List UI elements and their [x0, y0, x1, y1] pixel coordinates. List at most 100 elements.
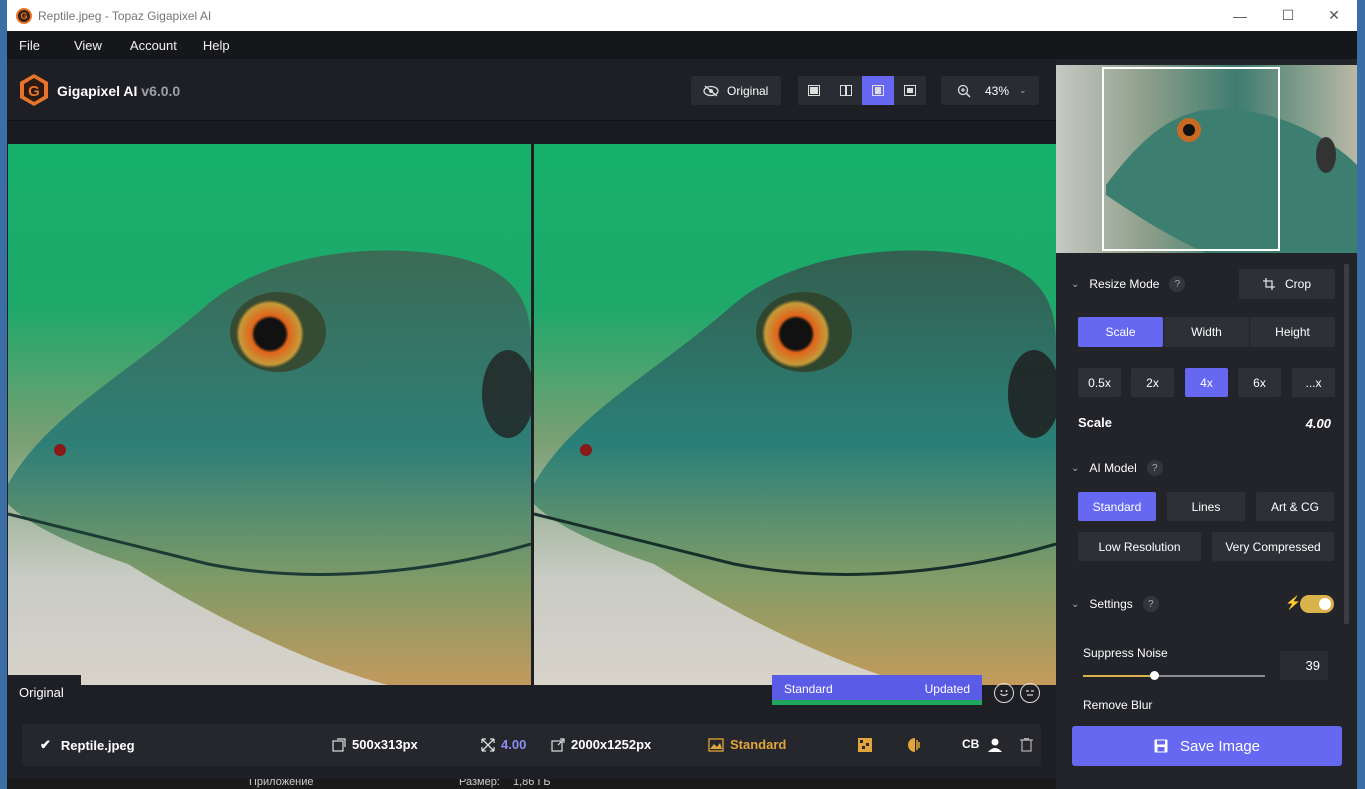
suppress-noise-knob[interactable]	[1149, 671, 1159, 680]
ai-model-label: AI Model	[1089, 461, 1137, 475]
crop-button[interactable]: Crop	[1239, 269, 1335, 299]
model-low-resolution-button[interactable]: Low Resolution	[1078, 532, 1201, 561]
mode-width-button[interactable]: Width	[1164, 317, 1249, 347]
view-split-button[interactable]	[862, 76, 894, 105]
enhanced-image[interactable]	[534, 144, 1056, 685]
blur-settings-icon[interactable]	[907, 737, 923, 753]
lizard-enhanced-illustration	[534, 250, 1056, 685]
expand-arrows-icon	[481, 737, 495, 752]
ai-model-header[interactable]: ⌄ AI Model ?	[1071, 460, 1163, 476]
suppress-noise-label: Suppress Noise	[1083, 646, 1168, 660]
help-icon[interactable]: ?	[1169, 276, 1186, 292]
file-queue-row[interactable]: ✔ Reptile.jpeg 500x313px 4.00 2000x1252p…	[22, 724, 1041, 766]
chevron-down-icon: ⌄	[1071, 278, 1080, 290]
resize-mode-label: Resize Mode	[1089, 277, 1160, 291]
save-image-button[interactable]: Save Image	[1072, 726, 1342, 766]
color-balance-button[interactable]: CB	[962, 737, 979, 751]
model-standard-button[interactable]: Standard	[1078, 492, 1156, 521]
mode-scale-button[interactable]: Scale	[1078, 317, 1163, 347]
close-button[interactable]: ✕	[1311, 0, 1357, 31]
close-glyph: ✕	[1328, 7, 1340, 23]
scale-4x-label: 4x	[1200, 375, 1213, 390]
app-window: G Reptile.jpeg - Topaz Gigapixel AI — ☐ …	[7, 0, 1357, 789]
model-very-compressed-button[interactable]: Very Compressed	[1212, 532, 1334, 561]
output-size: 2000x1252px	[551, 737, 651, 752]
panel-scrollbar[interactable]	[1344, 264, 1349, 624]
minimize-glyph: —	[1233, 7, 1247, 24]
maximize-glyph: ☐	[1281, 7, 1295, 23]
suppress-noise-slider[interactable]	[1083, 671, 1265, 680]
resize-mode-header[interactable]: ⌄ Resize Mode ?	[1071, 276, 1186, 292]
scale-6x-button[interactable]: 6x	[1238, 368, 1281, 397]
input-size-value: 500x313px	[352, 737, 418, 752]
input-size-icon	[332, 737, 346, 752]
menu-view[interactable]: View	[74, 38, 102, 53]
save-image-label: Save Image	[1179, 737, 1261, 755]
dislike-face-icon[interactable]	[1020, 683, 1040, 703]
original-label: Original	[727, 83, 769, 98]
panel-clip-mask	[1056, 709, 1344, 721]
help-icon[interactable]: ?	[1146, 460, 1163, 476]
menu-account[interactable]: Account	[130, 38, 177, 53]
file-name: Reptile.jpeg	[60, 737, 135, 753]
model-status-name: Standard	[784, 682, 833, 696]
settings-auto-toggle[interactable]	[1300, 595, 1334, 613]
suppress-noise-input[interactable]: 39	[1280, 651, 1328, 680]
scale-2x-label: 2x	[1146, 375, 1159, 390]
brand-version: v6.0.0	[141, 83, 181, 99]
zoom-value: 43%	[985, 83, 1010, 98]
minimize-button[interactable]: —	[1217, 0, 1263, 31]
lizard-original-illustration	[8, 250, 531, 685]
model-indicator: Standard	[708, 737, 786, 752]
logo-letter: G	[28, 83, 40, 100]
canvas-top-strip	[7, 121, 1056, 144]
zoom-in-icon	[957, 84, 971, 98]
scale-4x-button[interactable]: 4x	[1185, 368, 1228, 397]
cb-label: CB	[962, 737, 980, 751]
scale-label: Scale	[1078, 415, 1112, 430]
model-lines-label: Lines	[1191, 499, 1221, 514]
model-art-cg-button[interactable]: Art & CG	[1256, 492, 1334, 521]
crop-icon	[1262, 278, 1275, 290]
menu-bar: File View Account Help	[7, 31, 1357, 59]
maximize-button[interactable]: ☐	[1265, 0, 1311, 31]
split-view-icon	[872, 85, 884, 96]
model-lines-button[interactable]: Lines	[1167, 492, 1245, 521]
zoom-control[interactable]: 43% ⌄	[941, 76, 1039, 105]
mode-scale-label: Scale	[1105, 325, 1136, 339]
brand-name: Gigapixel AI v6.0.0	[57, 83, 180, 99]
output-size-icon	[551, 737, 565, 752]
settings-panel: ⌄ Resize Mode ? Crop Scale Width Height …	[1056, 59, 1357, 789]
brand-title: Gigapixel AI	[57, 83, 138, 99]
navigator-thumbnail[interactable]	[1056, 65, 1357, 253]
scale-0-5x-button[interactable]: 0.5x	[1078, 368, 1121, 397]
delete-trash-icon[interactable]	[1020, 737, 1033, 752]
menu-help[interactable]: Help	[203, 38, 230, 53]
menu-file[interactable]: File	[19, 38, 40, 53]
like-face-icon[interactable]	[994, 683, 1014, 703]
lightning-icon: ⚡	[1285, 595, 1302, 610]
checkmark-icon[interactable]: ✔	[40, 737, 51, 753]
app-logo-icon: G	[16, 7, 32, 24]
noise-settings-icon[interactable]	[857, 737, 873, 753]
viewport-frame[interactable]	[1102, 67, 1280, 251]
model-standard-label: Standard	[1092, 499, 1142, 514]
mode-height-button[interactable]: Height	[1250, 317, 1335, 347]
original-image[interactable]	[8, 144, 531, 685]
settings-header[interactable]: ⌄ Settings ?	[1071, 596, 1159, 612]
view-single-button[interactable]	[798, 76, 830, 105]
face-refinement-icon[interactable]	[987, 737, 1003, 753]
model-art-cg-label: Art & CG	[1270, 499, 1319, 514]
model-status-badge: Standard Updated	[772, 675, 982, 705]
model-very-compressed-label: Very Compressed	[1225, 539, 1321, 554]
view-side-by-side-button[interactable]	[830, 76, 862, 105]
view-grid-button[interactable]	[894, 76, 926, 105]
scale-custom-button[interactable]: ...x	[1292, 368, 1335, 397]
scale-2x-button[interactable]: 2x	[1131, 368, 1174, 397]
original-toggle-button[interactable]: Original	[691, 76, 781, 105]
model-status-text: Updated	[924, 682, 970, 696]
top-toolbar: G Gigapixel AI v6.0.0 Original 43% ⌄	[7, 59, 1056, 121]
scale-indicator: 4.00	[481, 737, 526, 752]
save-disk-icon	[1154, 739, 1168, 753]
help-icon[interactable]: ?	[1142, 596, 1159, 612]
